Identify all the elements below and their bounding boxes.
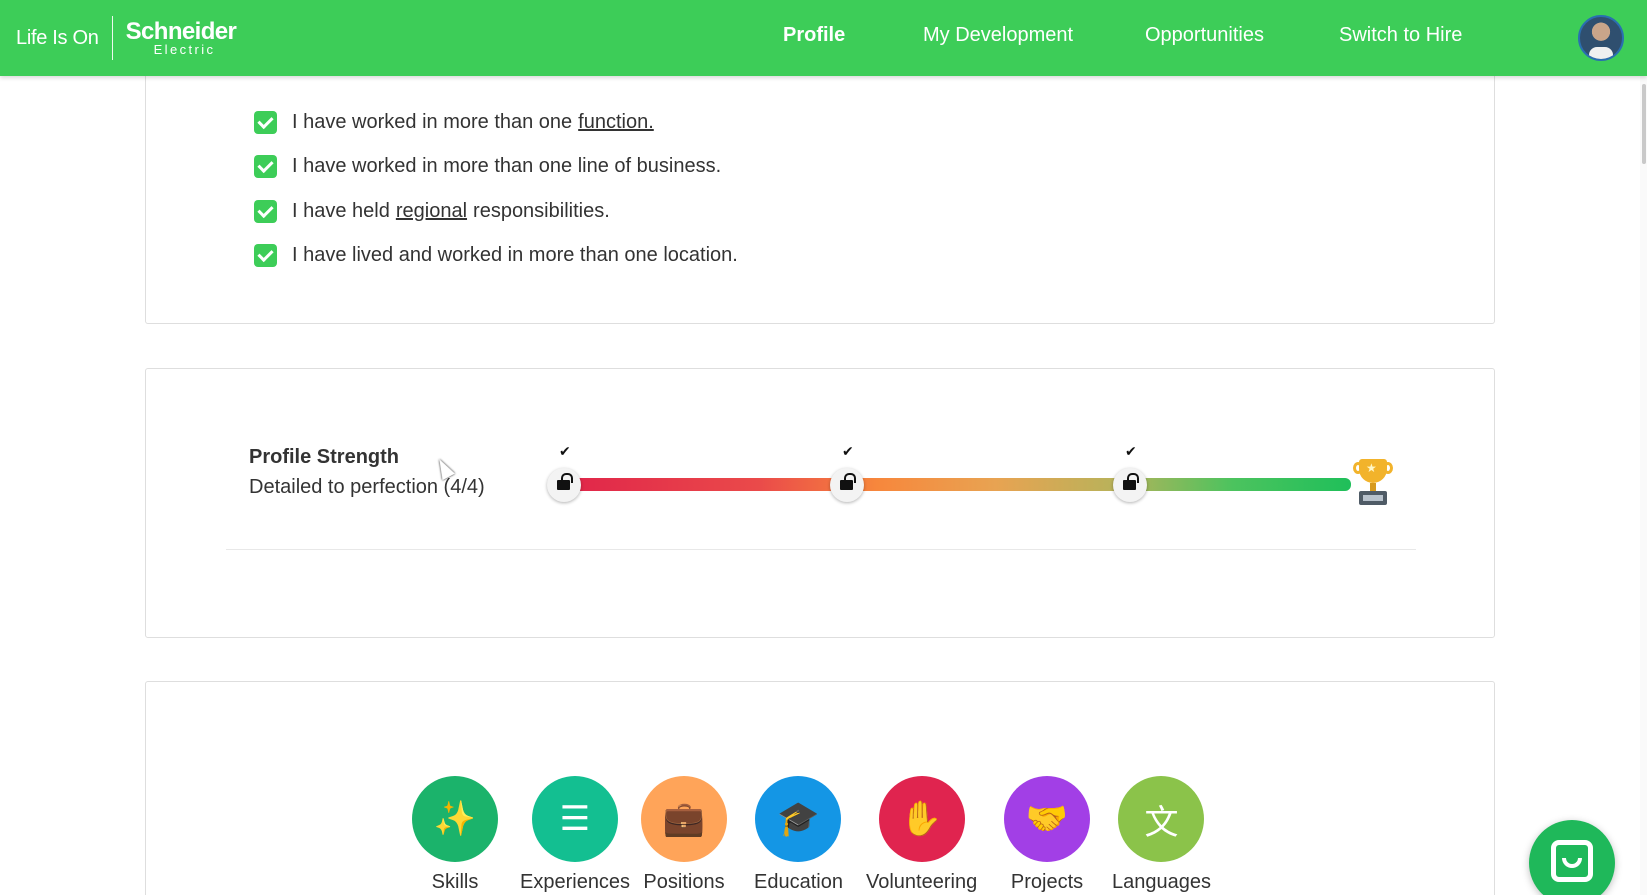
checkbox-checked-icon[interactable] bbox=[254, 110, 277, 134]
logo-text-top: Schneider bbox=[125, 18, 237, 45]
section-label: Projects bbox=[1010, 871, 1084, 893]
graduation-cap-icon[interactable]: 🎓 bbox=[755, 776, 842, 862]
check-icon: ✔ bbox=[842, 443, 854, 459]
checklist-text: I have worked in more than one bbox=[292, 110, 573, 133]
translate-icon[interactable]: 文 bbox=[1118, 776, 1205, 862]
section-volunteering[interactable]: ✋ Volunteering bbox=[866, 776, 977, 894]
regional-link[interactable]: regional bbox=[396, 200, 467, 223]
checklist-text-suffix: responsibilities. bbox=[473, 199, 610, 222]
chat-launcher-button[interactable] bbox=[1529, 820, 1615, 895]
section-positions[interactable]: 💼 Positions bbox=[641, 776, 727, 894]
nav-profile[interactable]: Profile bbox=[783, 24, 845, 47]
section-languages[interactable]: 文 Languages bbox=[1112, 776, 1211, 894]
milestone-unlock-icon[interactable] bbox=[1113, 468, 1147, 502]
checklist-text: I have lived and worked in more than one… bbox=[292, 244, 738, 267]
top-nav-bar: Life Is On Schneider Electric Profile My… bbox=[0, 0, 1647, 76]
check-icon: ✔ bbox=[559, 443, 571, 459]
function-link[interactable]: function. bbox=[578, 111, 654, 134]
section-experiences[interactable]: ☰ Experiences bbox=[520, 776, 630, 894]
section-label: Experiences bbox=[520, 871, 631, 893]
section-skills[interactable]: ✨ Skills bbox=[412, 776, 498, 894]
nav-opportunities[interactable]: Opportunities bbox=[1145, 24, 1264, 47]
user-avatar[interactable] bbox=[1578, 15, 1624, 61]
brand-tagline: Life Is On bbox=[16, 26, 99, 49]
checkbox-checked-icon[interactable] bbox=[254, 155, 277, 179]
checklist-item: I have worked in more than one function. bbox=[254, 100, 738, 145]
trophy-icon: ★ bbox=[1351, 459, 1395, 511]
hand-heart-icon[interactable]: ✋ bbox=[878, 776, 965, 862]
checklist-text: I have held bbox=[292, 199, 390, 222]
magic-wand-icon[interactable]: ✨ bbox=[412, 776, 498, 862]
profile-strength-status: Detailed to perfection (4/4) bbox=[249, 476, 485, 498]
brand-divider bbox=[111, 16, 113, 60]
profile-strength-bar bbox=[561, 478, 1351, 491]
scrollbar-thumb[interactable] bbox=[1642, 84, 1646, 164]
section-label: Education bbox=[754, 871, 843, 893]
schneider-logo: Schneider Electric bbox=[125, 18, 237, 57]
section-label: Volunteering bbox=[866, 871, 978, 893]
checkbox-checked-icon[interactable] bbox=[254, 244, 277, 268]
nav-switch-to-hire[interactable]: Switch to Hire bbox=[1339, 24, 1462, 47]
briefcase-icon[interactable]: 💼 bbox=[641, 776, 727, 862]
brand-logo[interactable]: Life Is On Schneider Electric bbox=[16, 16, 237, 60]
section-education[interactable]: 🎓 Education bbox=[754, 776, 843, 894]
milestone-unlock-icon[interactable] bbox=[547, 468, 581, 502]
logo-text-bottom: Electric bbox=[153, 42, 216, 57]
section-label: Skills bbox=[431, 871, 479, 893]
checklist-text: I have worked in more than one line of b… bbox=[292, 155, 722, 178]
profile-strength-title: Profile Strength bbox=[249, 446, 400, 468]
section-button-row: ✨ Skills ☰ Experiences 💼 Positions 🎓 Edu… bbox=[146, 776, 1496, 895]
checklist-item: I have worked in more than one line of b… bbox=[254, 145, 738, 190]
divider bbox=[226, 549, 1416, 550]
profile-strength-card: Profile Strength Detailed to perfection … bbox=[145, 368, 1495, 638]
profile-sections-card: ✨ Skills ☰ Experiences 💼 Positions 🎓 Edu… bbox=[145, 681, 1495, 895]
checklist-item: I have lived and worked in more than one… bbox=[254, 234, 738, 279]
list-icon[interactable]: ☰ bbox=[532, 776, 619, 862]
handshake-icon[interactable]: 🤝 bbox=[1004, 776, 1090, 862]
checklist: I have worked in more than one function.… bbox=[254, 100, 738, 278]
section-label: Positions bbox=[643, 871, 725, 893]
section-projects[interactable]: 🤝 Projects bbox=[1004, 776, 1090, 894]
milestone-unlock-icon[interactable] bbox=[830, 468, 864, 502]
checkbox-checked-icon[interactable] bbox=[254, 199, 277, 223]
page-scrollbar[interactable] bbox=[1640, 76, 1647, 895]
nav-my-development[interactable]: My Development bbox=[923, 24, 1073, 47]
section-label: Languages bbox=[1112, 871, 1211, 893]
check-icon: ✔ bbox=[1125, 443, 1137, 459]
checklist-item: I have held regional responsibilities. bbox=[254, 189, 738, 234]
